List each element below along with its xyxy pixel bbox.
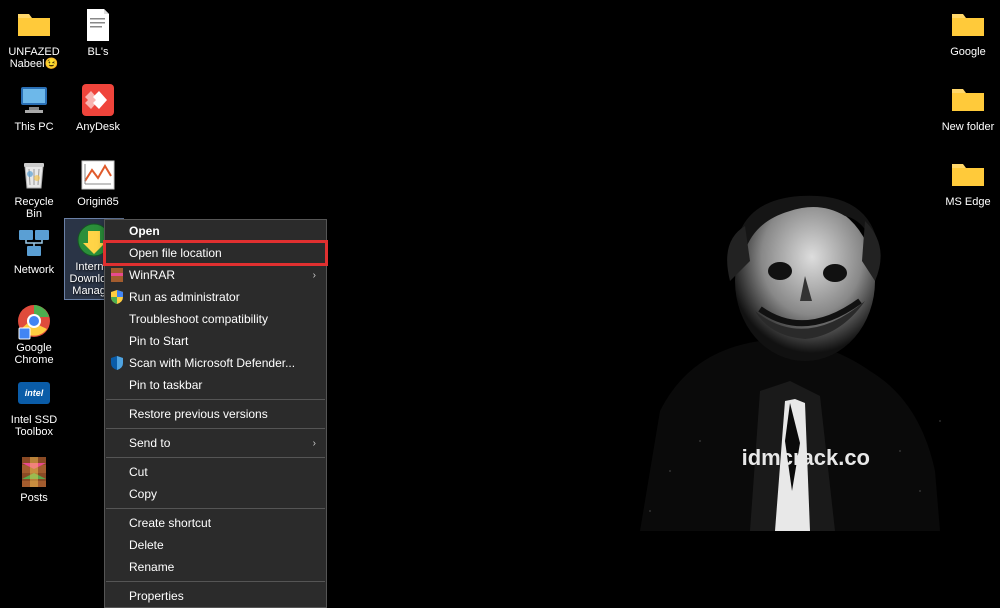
icon-label: UNFAZED Nabeel😉	[6, 46, 62, 70]
menu-pin-start[interactable]: Pin to Start	[105, 330, 326, 352]
anydesk-icon	[79, 81, 117, 119]
menu-label: Properties	[129, 589, 184, 603]
menu-label: Troubleshoot compatibility	[129, 312, 268, 326]
menu-scan-defender[interactable]: Scan with Microsoft Defender...	[105, 352, 326, 374]
network-icon	[15, 224, 53, 262]
desktop-icon-origin85[interactable]: Origin85	[68, 154, 128, 210]
menu-copy[interactable]: Copy	[105, 483, 326, 505]
computer-icon	[15, 81, 53, 119]
icon-label: BL's	[87, 46, 108, 58]
menu-label: Run as administrator	[129, 290, 240, 304]
defender-shield-icon	[109, 355, 125, 371]
menu-label: Scan with Microsoft Defender...	[129, 356, 295, 370]
chrome-icon	[15, 302, 53, 340]
desktop-icon-posts[interactable]: Posts	[4, 450, 64, 506]
menu-cut[interactable]: Cut	[105, 461, 326, 483]
menu-label: Create shortcut	[129, 516, 211, 530]
origin-icon	[79, 156, 117, 194]
icon-label: Posts	[20, 492, 48, 504]
text-file-icon	[79, 6, 117, 44]
folder-icon	[949, 156, 987, 194]
icon-label: Origin85	[77, 196, 119, 208]
icon-label: This PC	[14, 121, 53, 133]
menu-properties[interactable]: Properties	[105, 585, 326, 607]
menu-separator	[106, 457, 325, 458]
icon-label: Google	[950, 46, 985, 58]
desktop-icon-unfazed[interactable]: UNFAZED Nabeel😉	[4, 4, 64, 72]
desktop-icon-thispc[interactable]: This PC	[4, 79, 64, 135]
menu-restore-versions[interactable]: Restore previous versions	[105, 403, 326, 425]
wallpaper-figure	[590, 151, 970, 531]
menu-open[interactable]: Open	[105, 220, 326, 242]
desktop-icon-anydesk[interactable]: AnyDesk	[68, 79, 128, 135]
menu-winrar[interactable]: WinRAR ›	[105, 264, 326, 286]
winrar-icon	[15, 452, 53, 490]
folder-icon	[949, 6, 987, 44]
folder-icon	[15, 6, 53, 44]
submenu-arrow-icon: ›	[313, 438, 316, 449]
submenu-arrow-icon: ›	[313, 270, 316, 281]
icon-label: AnyDesk	[76, 121, 120, 133]
menu-troubleshoot[interactable]: Troubleshoot compatibility	[105, 308, 326, 330]
desktop-icon-recyclebin[interactable]: Recycle Bin	[4, 154, 64, 222]
context-menu: Open Open file location WinRAR › Run as …	[104, 219, 327, 608]
menu-separator	[106, 581, 325, 582]
desktop-icon-network[interactable]: Network	[4, 222, 64, 278]
menu-open-file-location[interactable]: Open file location	[105, 242, 326, 264]
menu-label: WinRAR	[129, 268, 175, 282]
menu-label: Restore previous versions	[129, 407, 268, 421]
menu-separator	[106, 399, 325, 400]
icon-label: Intel SSD Toolbox	[6, 414, 62, 438]
menu-label: Send to	[129, 436, 170, 450]
svg-text:intel: intel	[25, 388, 44, 398]
folder-icon	[949, 81, 987, 119]
icon-label: Recycle Bin	[6, 196, 62, 220]
menu-label: Pin to Start	[129, 334, 188, 348]
menu-label: Open	[129, 224, 160, 238]
menu-label: Delete	[129, 538, 164, 552]
desktop-icon-bls[interactable]: BL's	[68, 4, 128, 60]
menu-run-as-admin[interactable]: Run as administrator	[105, 286, 326, 308]
icon-label: Google Chrome	[6, 342, 62, 366]
menu-separator	[106, 508, 325, 509]
menu-label: Rename	[129, 560, 174, 574]
desktop-icon-intelssd[interactable]: intel Intel SSD Toolbox	[4, 372, 64, 440]
icon-label: Network	[14, 264, 54, 276]
menu-label: Copy	[129, 487, 157, 501]
watermark-text: idmcrack.co	[742, 445, 870, 471]
menu-separator	[106, 428, 325, 429]
desktop-icon-newfolder[interactable]: New folder	[938, 79, 998, 135]
desktop-icon-chrome[interactable]: Google Chrome	[4, 300, 64, 368]
icon-label: MS Edge	[945, 196, 990, 208]
menu-delete[interactable]: Delete	[105, 534, 326, 556]
menu-send-to[interactable]: Send to ›	[105, 432, 326, 454]
menu-pin-taskbar[interactable]: Pin to taskbar	[105, 374, 326, 396]
menu-label: Pin to taskbar	[129, 378, 202, 392]
icon-label: New folder	[942, 121, 995, 133]
winrar-icon	[109, 267, 125, 283]
menu-rename[interactable]: Rename	[105, 556, 326, 578]
desktop-icon-msedge[interactable]: MS Edge	[938, 154, 998, 210]
desktop-icon-google[interactable]: Google	[938, 4, 998, 60]
recycle-bin-icon	[15, 156, 53, 194]
intel-icon: intel	[15, 374, 53, 412]
menu-label: Cut	[129, 465, 148, 479]
menu-label: Open file location	[129, 246, 222, 260]
shield-icon	[109, 289, 125, 305]
